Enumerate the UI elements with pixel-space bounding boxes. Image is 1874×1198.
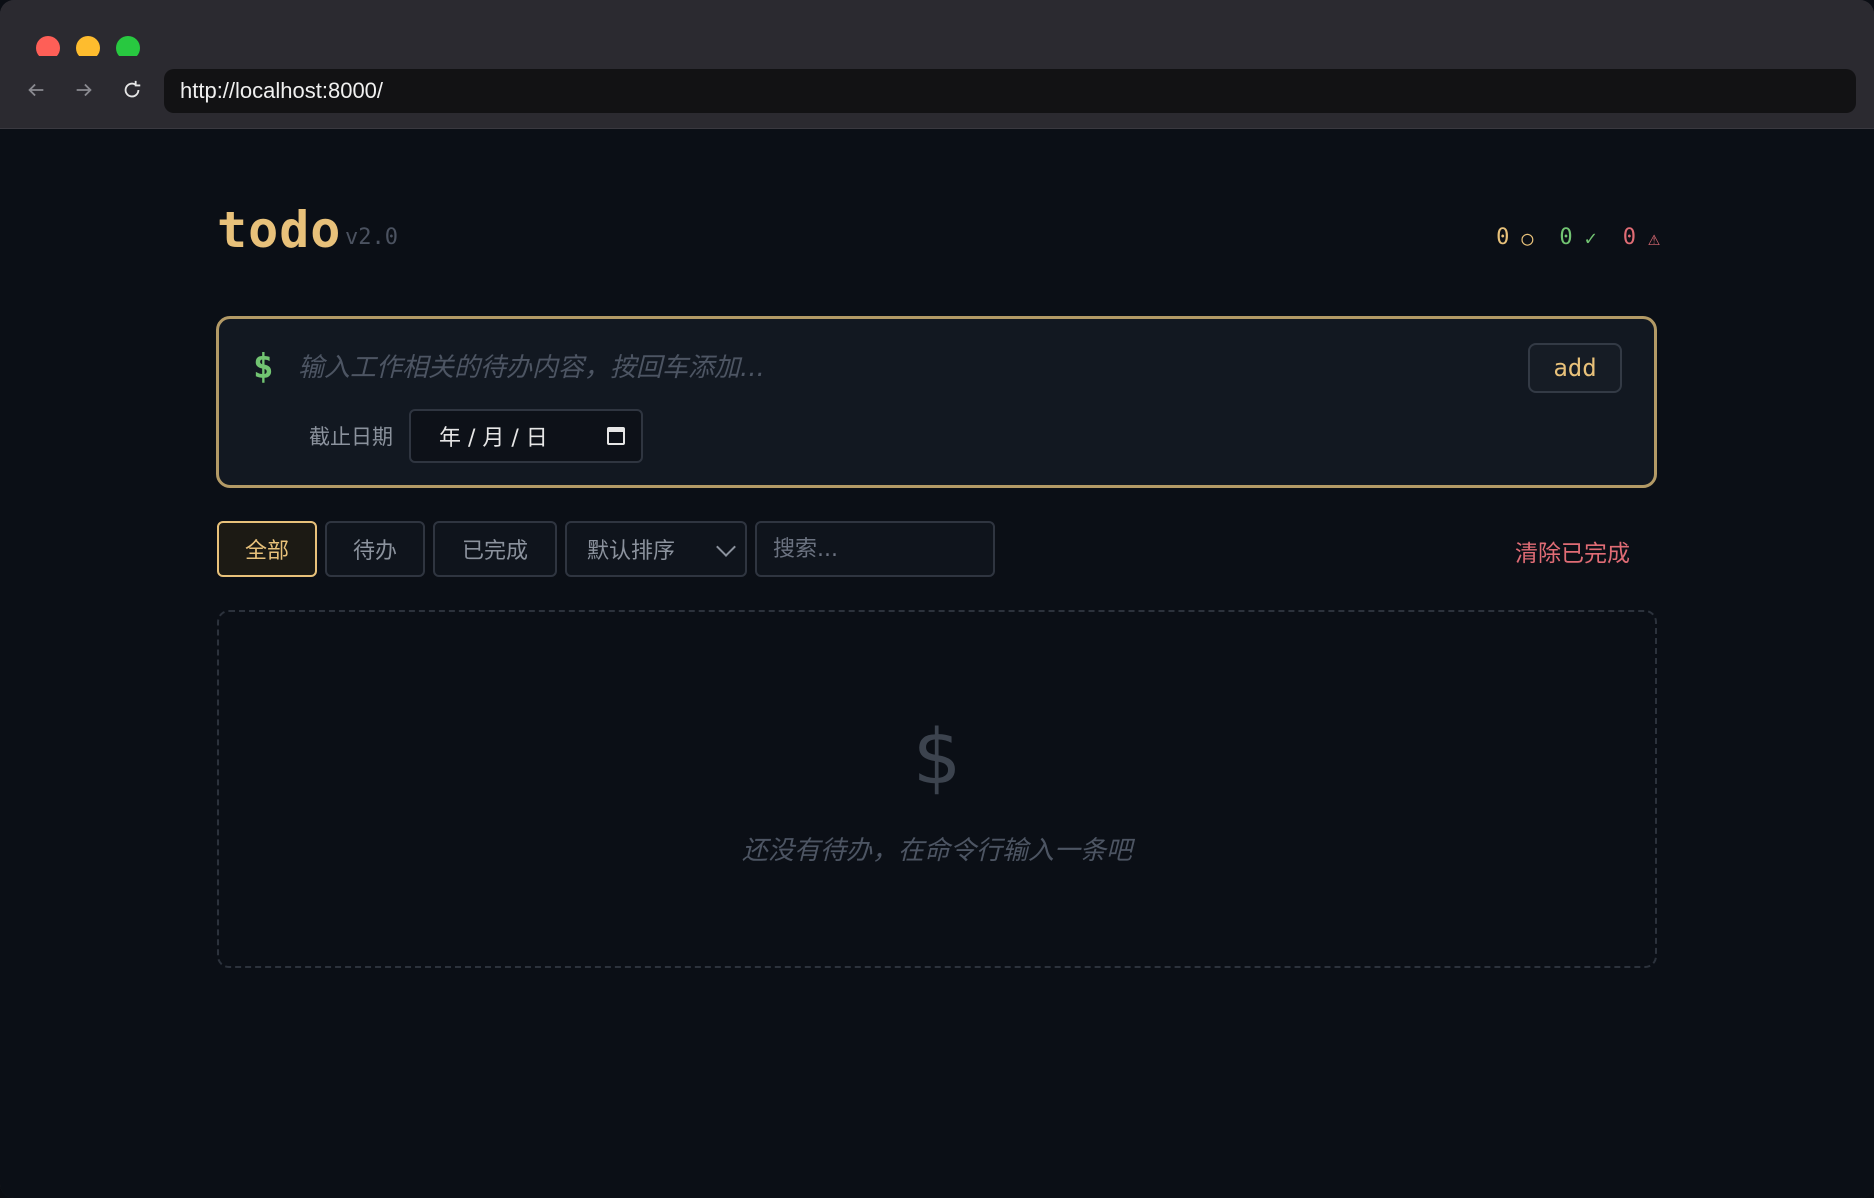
app-title: todo xyxy=(217,201,342,259)
date-value: 年 / 月 / 日 xyxy=(439,426,548,451)
due-date-label: 截止日期 xyxy=(309,425,393,449)
filter-pending-button[interactable]: 待办 xyxy=(325,521,425,577)
app-version: v2.0 xyxy=(345,225,398,250)
due-date-input[interactable]: 年 / 月 / 日 xyxy=(409,409,643,463)
check-icon: ✓ xyxy=(1584,225,1597,250)
filter-all-button[interactable]: 全部 xyxy=(217,521,317,577)
url-text: http://localhost:8000/ xyxy=(180,78,384,103)
todo-composer: $ add 截止日期 年 / 月 / 日 xyxy=(216,316,1657,488)
done-count: 0 xyxy=(1559,225,1573,250)
browser-toolbar: http://localhost:8000/ xyxy=(0,56,1874,129)
browser-window: http://localhost:8000/ todo v2.0 0 ○ 0 ✓… xyxy=(0,0,1874,1198)
todo-input[interactable] xyxy=(296,341,1500,395)
clear-completed-button[interactable]: 清除已完成 xyxy=(1515,534,1630,568)
prompt-dollar-icon: $ xyxy=(253,347,274,387)
warning-icon: ⚠ xyxy=(1647,225,1660,250)
chevron-down-icon xyxy=(716,537,736,557)
stats-summary: 0 ○ 0 ✓ 0 ⚠ xyxy=(1496,225,1660,250)
sort-select[interactable]: 默认排序 xyxy=(565,521,747,577)
empty-dollar-icon: $ xyxy=(912,712,962,801)
circle-icon: ○ xyxy=(1521,225,1534,250)
empty-message: 还没有待办，在命令行输入一条吧 xyxy=(741,836,1132,866)
title-bar xyxy=(0,0,1874,60)
back-arrow-icon[interactable] xyxy=(16,70,56,110)
forward-arrow-icon[interactable] xyxy=(64,70,104,110)
pending-stat: 0 ○ xyxy=(1496,225,1533,250)
add-button[interactable]: add xyxy=(1528,343,1622,393)
overdue-count: 0 xyxy=(1622,225,1636,250)
page-content: todo v2.0 0 ○ 0 ✓ 0 ⚠ $ add 截止日期 年 / 月 /… xyxy=(0,129,1874,1198)
overdue-stat: 0 ⚠ xyxy=(1623,225,1660,250)
pending-count: 0 xyxy=(1496,225,1510,250)
address-bar[interactable]: http://localhost:8000/ xyxy=(164,69,1856,113)
sort-selected-value: 默认排序 xyxy=(587,539,676,564)
calendar-icon[interactable] xyxy=(607,427,625,445)
empty-state: $ 还没有待办，在命令行输入一条吧 xyxy=(217,610,1657,968)
search-input[interactable] xyxy=(755,521,995,577)
done-stat: 0 ✓ xyxy=(1559,225,1596,250)
reload-icon[interactable] xyxy=(112,70,152,110)
filter-done-button[interactable]: 已完成 xyxy=(433,521,557,577)
